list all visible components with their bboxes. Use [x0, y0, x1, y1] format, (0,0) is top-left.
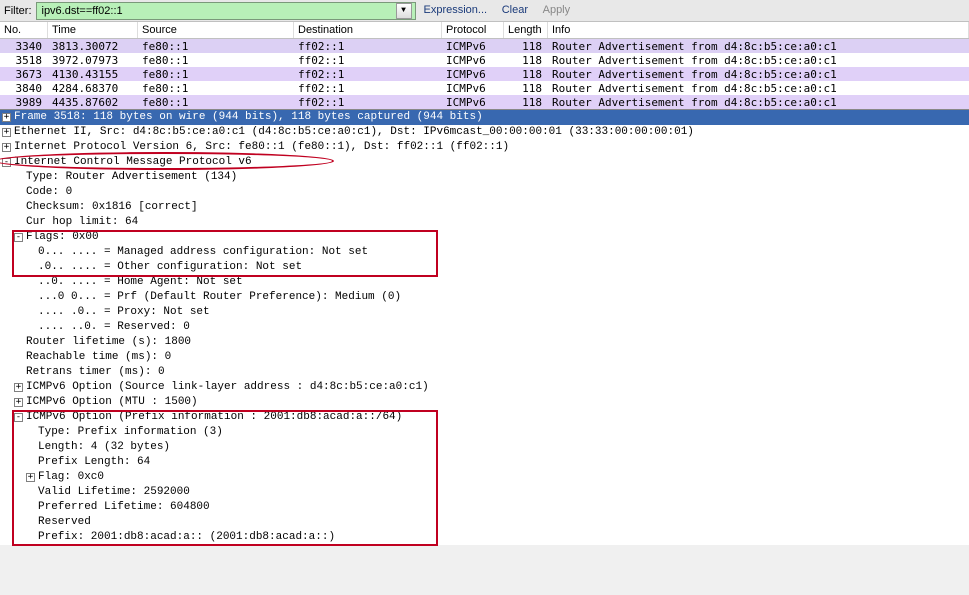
col-src[interactable]: Source — [138, 22, 294, 38]
detail-prefix-value[interactable]: Prefix: 2001:db8:acad:a:: (2001:db8:acad… — [0, 530, 969, 545]
filter-bar: Filter: ▼ Expression... Clear Apply — [0, 0, 969, 22]
detail-prefix-reserved[interactable]: Reserved — [0, 515, 969, 530]
col-dst[interactable]: Destination — [294, 22, 442, 38]
packet-row[interactable]: 33403813.30072fe80::1ff02::1ICMPv6118Rou… — [0, 39, 969, 53]
detail-prefix-type[interactable]: Type: Prefix information (3) — [0, 425, 969, 440]
packet-row[interactable]: 39894435.87602fe80::1ff02::1ICMPv6118Rou… — [0, 95, 969, 109]
detail-router-lifetime[interactable]: Router lifetime (s): 1800 — [0, 335, 969, 350]
detail-flag-managed[interactable]: 0... .... = Managed address configuratio… — [0, 245, 969, 260]
detail-flag-reserved[interactable]: .... ..0. = Reserved: 0 — [0, 320, 969, 335]
apply-link[interactable]: Apply — [539, 4, 575, 16]
detail-flag-proxy[interactable]: .... .0.. = Proxy: Not set — [0, 305, 969, 320]
detail-flag-other[interactable]: .0.. .... = Other configuration: Not set — [0, 260, 969, 275]
expand-icon[interactable]: + — [2, 113, 11, 122]
detail-flag-prf[interactable]: ...0 0... = Prf (Default Router Preferen… — [0, 290, 969, 305]
expand-icon[interactable]: + — [26, 473, 35, 482]
col-len[interactable]: Length — [504, 22, 548, 38]
col-no[interactable]: No. — [0, 22, 48, 38]
packet-row[interactable]: 38404284.68370fe80::1ff02::1ICMPv6118Rou… — [0, 81, 969, 95]
detail-code[interactable]: Code: 0 — [0, 185, 969, 200]
detail-hoplimit[interactable]: Cur hop limit: 64 — [0, 215, 969, 230]
clear-link[interactable]: Clear — [498, 4, 532, 16]
detail-checksum[interactable]: Checksum: 0x1816 [correct] — [0, 200, 969, 215]
packet-row[interactable]: 36734130.43155fe80::1ff02::1ICMPv6118Rou… — [0, 67, 969, 81]
collapse-icon[interactable]: - — [14, 413, 23, 422]
packet-details: +Frame 3518: 118 bytes on wire (944 bits… — [0, 109, 969, 545]
col-proto[interactable]: Protocol — [442, 22, 504, 38]
expand-icon[interactable]: + — [2, 143, 11, 152]
packet-list: No. Time Source Destination Protocol Len… — [0, 22, 969, 109]
detail-prefix-flag[interactable]: +Flag: 0xc0 — [0, 470, 969, 485]
filter-input[interactable] — [40, 4, 396, 18]
expand-icon[interactable]: + — [14, 398, 23, 407]
collapse-icon[interactable]: - — [14, 233, 23, 242]
filter-links: Expression... Clear Apply — [420, 4, 575, 17]
filter-dropdown-icon[interactable]: ▼ — [396, 3, 412, 19]
filter-input-wrap: ▼ — [36, 2, 416, 20]
detail-prefix-length[interactable]: Prefix Length: 64 — [0, 455, 969, 470]
detail-flag-homeagent[interactable]: ..0. .... = Home Agent: Not set — [0, 275, 969, 290]
detail-retrans-timer[interactable]: Retrans timer (ms): 0 — [0, 365, 969, 380]
detail-opt-slla[interactable]: +ICMPv6 Option (Source link-layer addres… — [0, 380, 969, 395]
detail-ethernet[interactable]: +Ethernet II, Src: d4:8c:b5:ce:a0:c1 (d4… — [0, 125, 969, 140]
collapse-icon[interactable]: - — [2, 158, 11, 167]
col-info[interactable]: Info — [548, 22, 969, 38]
detail-flags[interactable]: -Flags: 0x00 — [0, 230, 969, 245]
detail-preferred-lifetime[interactable]: Preferred Lifetime: 604800 — [0, 500, 969, 515]
detail-opt-prefix[interactable]: -ICMPv6 Option (Prefix information : 200… — [0, 410, 969, 425]
detail-reachable-time[interactable]: Reachable time (ms): 0 — [0, 350, 969, 365]
packet-header: No. Time Source Destination Protocol Len… — [0, 22, 969, 39]
expand-icon[interactable]: + — [14, 383, 23, 392]
detail-frame[interactable]: +Frame 3518: 118 bytes on wire (944 bits… — [0, 110, 969, 125]
detail-prefix-length-field[interactable]: Length: 4 (32 bytes) — [0, 440, 969, 455]
detail-ipv6[interactable]: +Internet Protocol Version 6, Src: fe80:… — [0, 140, 969, 155]
col-time[interactable]: Time — [48, 22, 138, 38]
filter-label: Filter: — [4, 5, 32, 17]
packet-row[interactable]: 35183972.07973fe80::1ff02::1ICMPv6118Rou… — [0, 53, 969, 67]
detail-opt-mtu[interactable]: +ICMPv6 Option (MTU : 1500) — [0, 395, 969, 410]
expand-icon[interactable]: + — [2, 128, 11, 137]
detail-icmpv6[interactable]: -Internet Control Message Protocol v6 — [0, 155, 969, 170]
detail-valid-lifetime[interactable]: Valid Lifetime: 2592000 — [0, 485, 969, 500]
expression-link[interactable]: Expression... — [420, 4, 492, 16]
detail-type[interactable]: Type: Router Advertisement (134) — [0, 170, 969, 185]
